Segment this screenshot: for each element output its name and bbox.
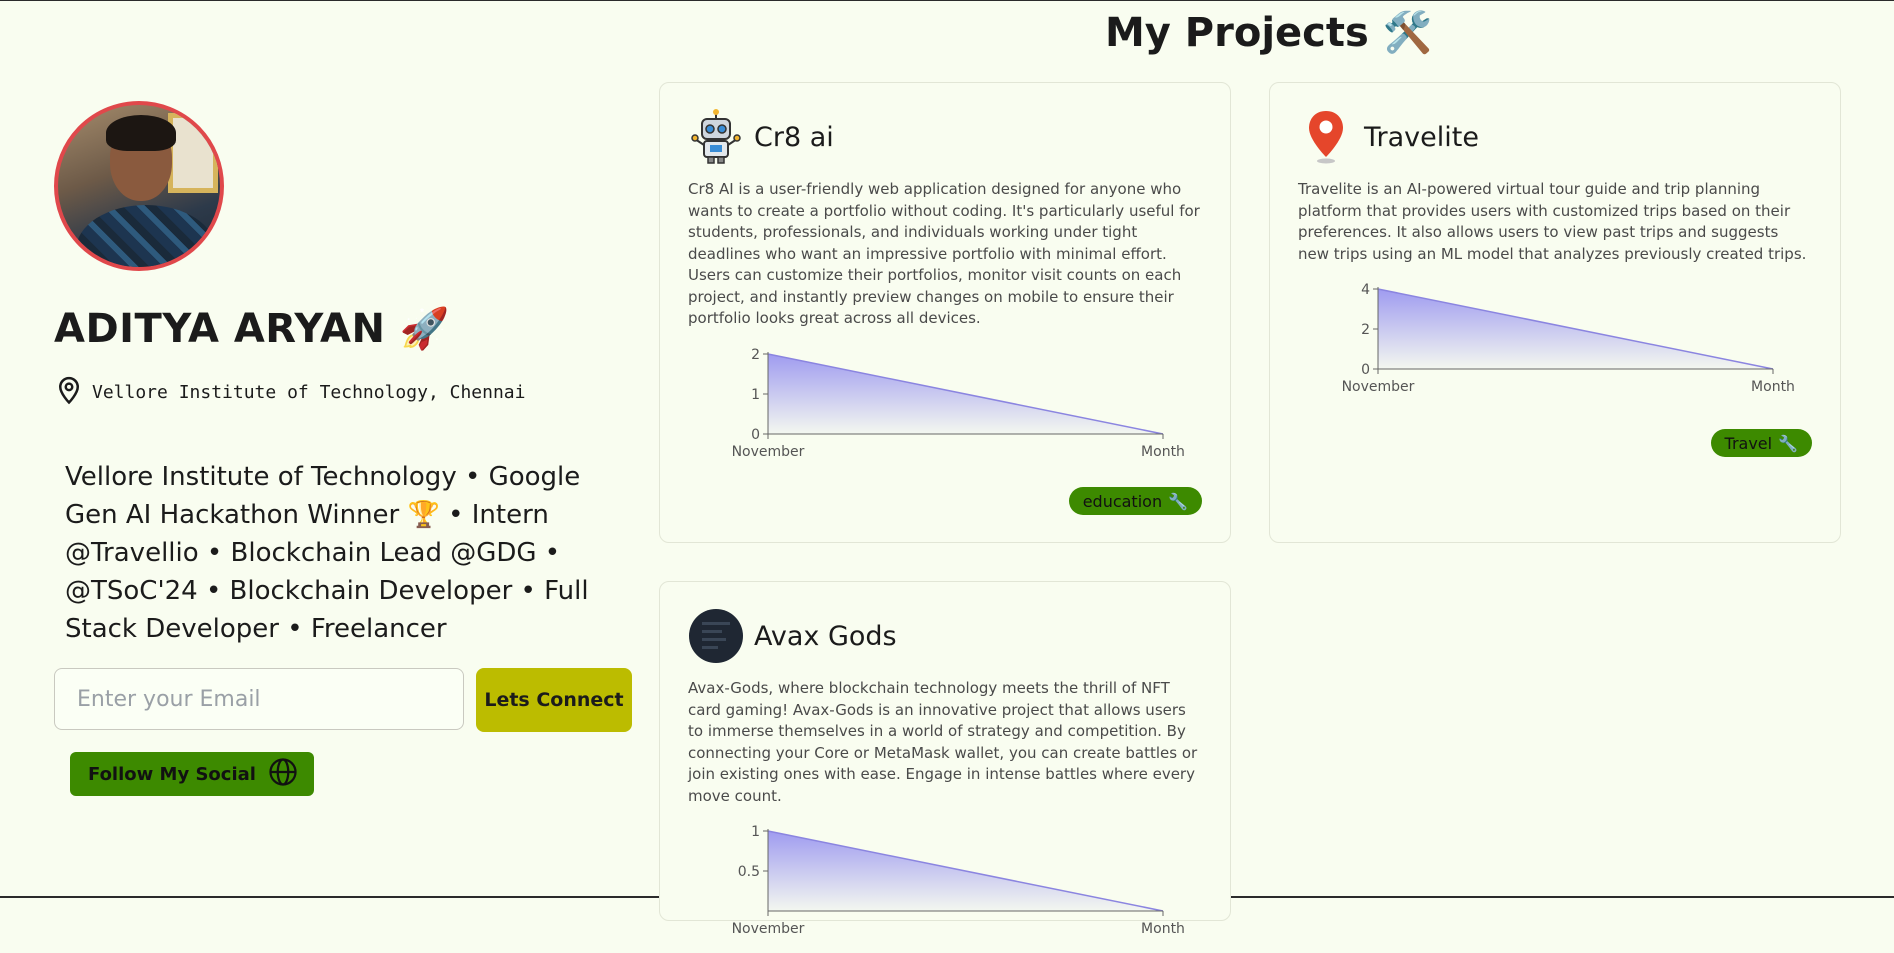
project-title[interactable]: Cr8 ai (754, 122, 834, 153)
project-card-avax-gods[interactable]: Avax Gods Avax-Gods, where blockchain te… (659, 581, 1231, 937)
project-card-cr8-ai[interactable]: Cr8 ai Cr8 AI is a user-friendly web app… (659, 82, 1231, 543)
project-tag-label: Travel (1724, 433, 1773, 453)
project-chart: 0.5 1 November Month (732, 824, 1185, 937)
chart-x-tick-label: November (732, 921, 805, 937)
globe-icon (268, 757, 298, 792)
project-tag[interactable]: Travel 🔧 (1710, 429, 1812, 457)
avatar-icon (688, 608, 744, 664)
project-description: Cr8 AI is a user-friendly web applicatio… (688, 180, 1200, 327)
chart-x-tick-label: Month (1141, 444, 1185, 460)
chart-y-tick-label: 2 (751, 347, 760, 363)
profile-location: Vellore Institute of Technology, Chennai (92, 381, 526, 403)
chart-y-tick-label: 2 (1361, 322, 1370, 338)
location-pin-icon (54, 374, 84, 410)
project-tag[interactable]: education 🔧 (1068, 487, 1202, 515)
chart-y-tick-label: 1 (751, 387, 760, 403)
tools-icon: 🛠️ (1382, 10, 1433, 56)
project-title[interactable]: Travelite (1364, 122, 1479, 153)
chart-y-tick-label: 0.5 (738, 864, 760, 880)
email-input[interactable] (54, 668, 464, 730)
chart-y-tick-label: 0 (751, 427, 760, 443)
chart-y-tick-label: 1 (751, 824, 760, 840)
project-title[interactable]: Avax Gods (754, 621, 897, 652)
profile-bio: Vellore Institute of Technology • Google… (65, 462, 589, 644)
project-chart: 0 2 4 November Month (1342, 282, 1795, 395)
chart-y-tick-label: 4 (1361, 282, 1370, 298)
follow-my-social-label: Follow My Social (88, 763, 256, 785)
projects-title-text: My Projects (1105, 9, 1369, 56)
profile-avatar (54, 101, 224, 271)
rocket-icon: 🚀 (399, 306, 450, 352)
robot-icon (688, 109, 744, 165)
chart-x-tick-label: Month (1141, 921, 1185, 937)
project-description: Travelite is an AI-powered virtual tour … (1298, 180, 1807, 263)
profile-panel: ADITYA ARYAN 🚀 Vellore Institute of Tech… (54, 101, 634, 796)
chart-x-tick-label: November (732, 444, 805, 460)
project-description: Avax-Gods, where blockchain technology m… (688, 679, 1198, 805)
projects-section-title: My Projects 🛠️ (1105, 9, 1433, 57)
project-card-travelite[interactable]: Travelite Travelite is an AI-powered vir… (1269, 82, 1841, 543)
project-chart: 0 1 2 November Month (732, 347, 1185, 460)
chart-y-tick-label: 0 (1361, 362, 1370, 378)
profile-name: ADITYA ARYAN (54, 305, 386, 352)
chart-x-tick-label: Month (1751, 379, 1795, 395)
follow-my-social-button[interactable]: Follow My Social (70, 752, 314, 796)
lets-connect-button[interactable]: Lets Connect (476, 668, 632, 732)
wrench-icon: 🔧 (1778, 433, 1798, 453)
project-tag-label: education (1082, 491, 1163, 511)
chart-x-tick-label: November (1342, 379, 1415, 395)
wrench-icon: 🔧 (1168, 491, 1188, 511)
map-pin-icon (1298, 109, 1354, 165)
